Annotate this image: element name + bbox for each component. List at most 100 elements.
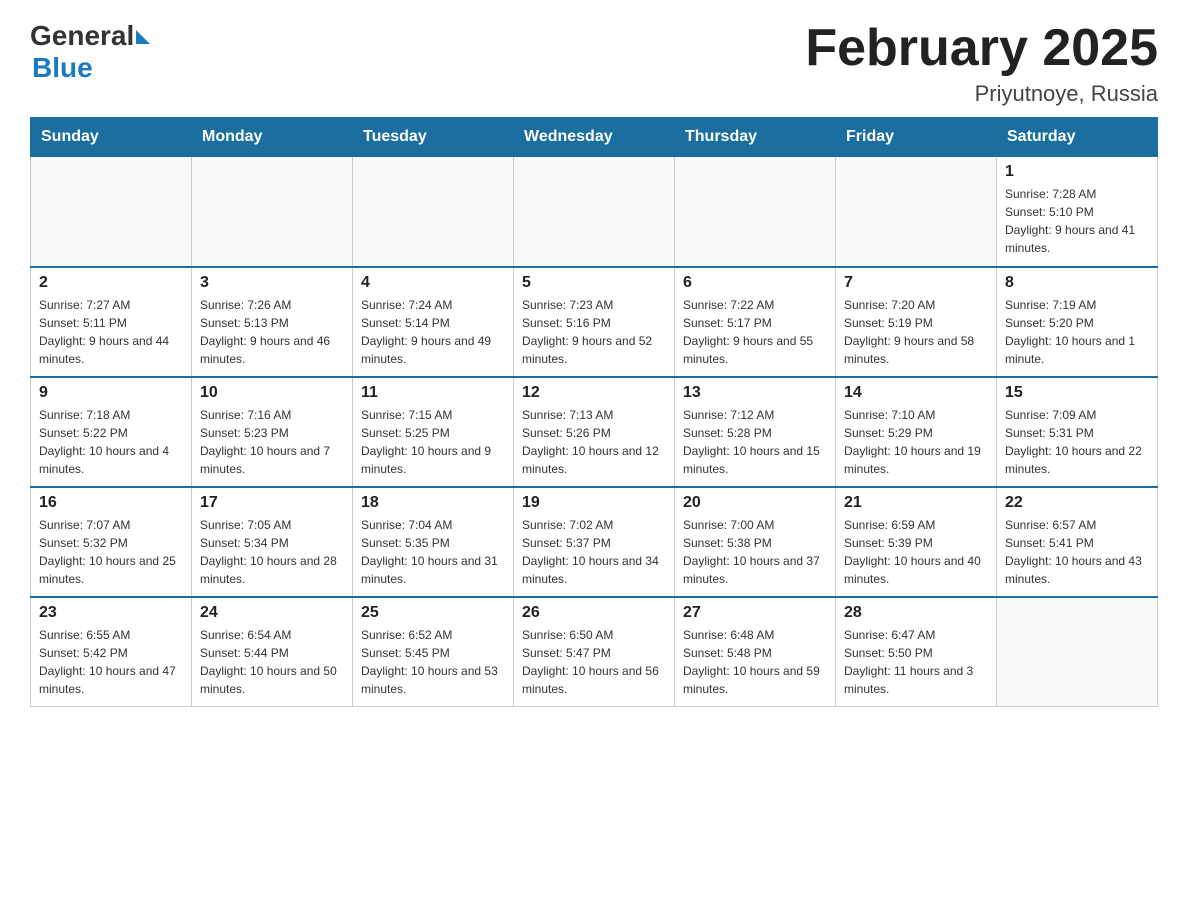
day-info: Sunrise: 6:48 AMSunset: 5:48 PMDaylight:… [683,626,827,698]
day-number: 2 [39,274,183,292]
calendar-day-cell: 26Sunrise: 6:50 AMSunset: 5:47 PMDayligh… [514,597,675,707]
day-number: 5 [522,274,666,292]
calendar-day-cell: 13 Sunrise: 7:12 AMSunset: 5:28 PMDayligh… [675,377,836,487]
day-number: 24 [200,604,344,622]
day-number: 26 [522,604,666,622]
day-info: Sunrise: 6:54 AMSunset: 5:44 PMDaylight:… [200,626,344,698]
logo: General Blue [30,20,150,84]
day-info: Sunrise: 7:22 AMSunset: 5:17 PMDaylight:… [683,296,827,368]
day-number: 13 [683,384,827,402]
day-info: Sunrise: 7:12 AMSunset: 5:28 PMDaylight:… [683,406,827,478]
day-number: 4 [361,274,505,292]
day-number: 11 [361,384,505,402]
calendar-header-sunday: Sunday [31,118,192,157]
calendar-table: SundayMondayTuesdayWednesdayThursdayFrid… [30,117,1158,707]
calendar-day-cell: 20Sunrise: 7:00 AMSunset: 5:38 PMDayligh… [675,487,836,597]
day-info: Sunrise: 7:24 AMSunset: 5:14 PMDaylight:… [361,296,505,368]
day-info: Sunrise: 7:05 AMSunset: 5:34 PMDaylight:… [200,516,344,588]
calendar-day-cell: 15 Sunrise: 7:09 AMSunset: 5:31 PMDayligh… [997,377,1158,487]
calendar-day-cell: 2 Sunrise: 7:27 AMSunset: 5:11 PMDaylight… [31,267,192,377]
day-number: 25 [361,604,505,622]
day-info: Sunrise: 6:57 AMSunset: 5:41 PMDaylight:… [1005,516,1149,588]
calendar-week-row: 1 Sunrise: 7:28 AMSunset: 5:10 PMDaylight… [31,157,1158,267]
calendar-header-saturday: Saturday [997,118,1158,157]
calendar-day-cell: 10Sunrise: 7:16 AMSunset: 5:23 PMDayligh… [192,377,353,487]
month-title: February 2025 [805,20,1158,77]
calendar-day-cell: 12 Sunrise: 7:13 AMSunset: 5:26 PMDayligh… [514,377,675,487]
day-info: Sunrise: 7:27 AMSunset: 5:11 PMDaylight:… [39,296,183,368]
day-number: 17 [200,494,344,512]
day-number: 1 [1005,163,1149,181]
calendar-day-cell: 1 Sunrise: 7:28 AMSunset: 5:10 PMDaylight… [997,157,1158,267]
day-info: Sunrise: 7:15 AMSunset: 5:25 PMDaylight:… [361,406,505,478]
day-number: 6 [683,274,827,292]
day-info: Sunrise: 7:02 AMSunset: 5:37 PMDaylight:… [522,516,666,588]
calendar-day-cell [192,157,353,267]
calendar-header-monday: Monday [192,118,353,157]
day-number: 7 [844,274,988,292]
calendar-day-cell: 18 Sunrise: 7:04 AMSunset: 5:35 PMDayligh… [353,487,514,597]
day-info: Sunrise: 7:26 AMSunset: 5:13 PMDaylight:… [200,296,344,368]
calendar-day-cell: 23 Sunrise: 6:55 AMSunset: 5:42 PMDayligh… [31,597,192,707]
calendar-day-cell: 22 Sunrise: 6:57 AMSunset: 5:41 PMDayligh… [997,487,1158,597]
day-number: 21 [844,494,988,512]
calendar-day-cell: 17 Sunrise: 7:05 AMSunset: 5:34 PMDayligh… [192,487,353,597]
calendar-day-cell: 8 Sunrise: 7:19 AMSunset: 5:20 PMDaylight… [997,267,1158,377]
calendar-day-cell: 11 Sunrise: 7:15 AMSunset: 5:25 PMDayligh… [353,377,514,487]
page-header: General Blue February 2025 Priyutnoye, R… [30,20,1158,107]
day-info: Sunrise: 7:00 AMSunset: 5:38 PMDaylight:… [683,516,827,588]
calendar-day-cell: 14 Sunrise: 7:10 AMSunset: 5:29 PMDayligh… [836,377,997,487]
calendar-day-cell: 19 Sunrise: 7:02 AMSunset: 5:37 PMDayligh… [514,487,675,597]
calendar-day-cell: 7Sunrise: 7:20 AMSunset: 5:19 PMDaylight… [836,267,997,377]
day-info: Sunrise: 6:59 AMSunset: 5:39 PMDaylight:… [844,516,988,588]
calendar-day-cell: 21 Sunrise: 6:59 AMSunset: 5:39 PMDayligh… [836,487,997,597]
calendar-day-cell [675,157,836,267]
calendar-day-cell: 24 Sunrise: 6:54 AMSunset: 5:44 PMDayligh… [192,597,353,707]
calendar-day-cell: 28Sunrise: 6:47 AMSunset: 5:50 PMDayligh… [836,597,997,707]
calendar-day-cell: 5Sunrise: 7:23 AMSunset: 5:16 PMDaylight… [514,267,675,377]
day-number: 23 [39,604,183,622]
day-info: Sunrise: 6:52 AMSunset: 5:45 PMDaylight:… [361,626,505,698]
logo-blue-text: Blue [32,52,93,84]
day-info: Sunrise: 7:16 AMSunset: 5:23 PMDaylight:… [200,406,344,478]
title-block: February 2025 Priyutnoye, Russia [805,20,1158,107]
location-text: Priyutnoye, Russia [805,81,1158,107]
day-number: 15 [1005,384,1149,402]
logo-general-text: General [30,20,134,52]
day-info: Sunrise: 7:09 AMSunset: 5:31 PMDaylight:… [1005,406,1149,478]
calendar-day-cell [836,157,997,267]
day-info: Sunrise: 7:07 AMSunset: 5:32 PMDaylight:… [39,516,183,588]
calendar-header-tuesday: Tuesday [353,118,514,157]
calendar-header-thursday: Thursday [675,118,836,157]
calendar-day-cell [353,157,514,267]
day-number: 18 [361,494,505,512]
calendar-week-row: 2 Sunrise: 7:27 AMSunset: 5:11 PMDaylight… [31,267,1158,377]
day-info: Sunrise: 7:13 AMSunset: 5:26 PMDaylight:… [522,406,666,478]
calendar-week-row: 9Sunrise: 7:18 AMSunset: 5:22 PMDaylight… [31,377,1158,487]
day-info: Sunrise: 6:55 AMSunset: 5:42 PMDaylight:… [39,626,183,698]
day-info: Sunrise: 7:18 AMSunset: 5:22 PMDaylight:… [39,406,183,478]
calendar-header-row: SundayMondayTuesdayWednesdayThursdayFrid… [31,118,1158,157]
day-number: 14 [844,384,988,402]
calendar-day-cell: 16 Sunrise: 7:07 AMSunset: 5:32 PMDayligh… [31,487,192,597]
calendar-day-cell [31,157,192,267]
calendar-day-cell: 25 Sunrise: 6:52 AMSunset: 5:45 PMDayligh… [353,597,514,707]
calendar-day-cell [997,597,1158,707]
day-number: 28 [844,604,988,622]
day-number: 22 [1005,494,1149,512]
day-number: 3 [200,274,344,292]
calendar-day-cell [514,157,675,267]
day-info: Sunrise: 7:28 AMSunset: 5:10 PMDaylight:… [1005,185,1149,257]
day-number: 19 [522,494,666,512]
day-number: 27 [683,604,827,622]
day-info: Sunrise: 7:04 AMSunset: 5:35 PMDaylight:… [361,516,505,588]
day-number: 16 [39,494,183,512]
day-info: Sunrise: 7:10 AMSunset: 5:29 PMDaylight:… [844,406,988,478]
day-number: 8 [1005,274,1149,292]
calendar-header-friday: Friday [836,118,997,157]
calendar-day-cell: 27 Sunrise: 6:48 AMSunset: 5:48 PMDayligh… [675,597,836,707]
day-number: 12 [522,384,666,402]
calendar-week-row: 16 Sunrise: 7:07 AMSunset: 5:32 PMDayligh… [31,487,1158,597]
day-info: Sunrise: 7:19 AMSunset: 5:20 PMDaylight:… [1005,296,1149,368]
calendar-day-cell: 4 Sunrise: 7:24 AMSunset: 5:14 PMDaylight… [353,267,514,377]
